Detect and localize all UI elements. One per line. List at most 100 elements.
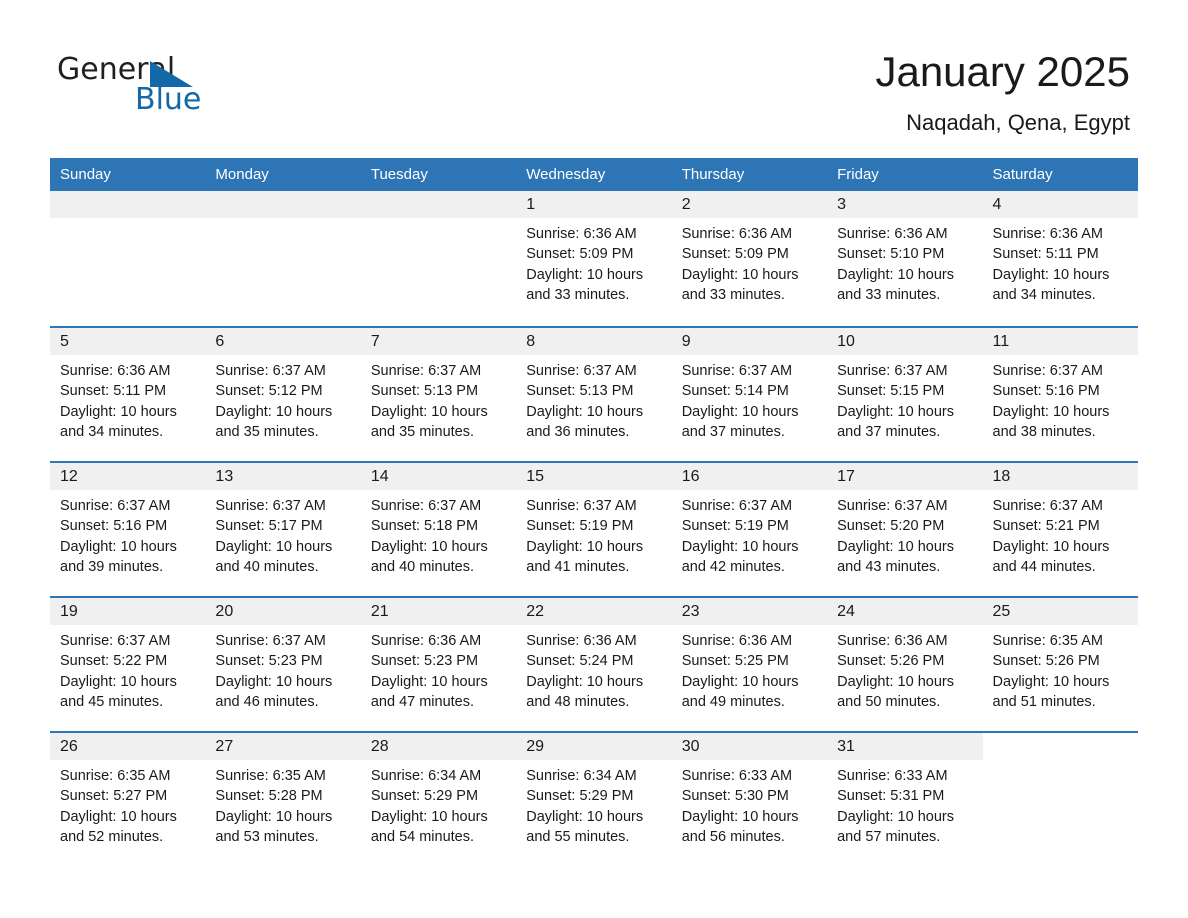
calendar-cell: 19 Sunrise: 6:37 AM Sunset: 5:22 PM Dayligh… — [50, 596, 206, 731]
day-details: Sunrise: 6:37 AM Sunset: 5:13 PM Daylight:… — [516, 355, 671, 442]
day-cell-2[interactable]: 2 Sunrise: 6:36 AM Sunset: 5:09 PM Daylight… — [671, 191, 828, 326]
day-details: Sunrise: 6:37 AM Sunset: 5:16 PM Daylight:… — [983, 355, 1138, 442]
day-cell-15[interactable]: 15 Sunrise: 6:37 AM Sunset: 5:19 PM Dayligh… — [516, 461, 672, 596]
day-detail-line: and 34 minutes. — [992, 286, 1096, 303]
calendar-week-row: 12 Sunrise: 6:37 AM Sunset: 5:16 PM Dayligh… — [50, 461, 1138, 596]
day-detail-line: Sunset: 5:29 PM — [370, 788, 479, 805]
day-cell-empty — [982, 731, 1138, 866]
day-detail-line: Sunrise: 6:36 AM — [992, 226, 1103, 242]
day-detail-line: Daylight: 10 hours — [370, 403, 488, 420]
day-cell-3[interactable]: 3 Sunrise: 6:36 AM Sunset: 5:10 PM Daylight… — [827, 191, 983, 326]
day-cell-28[interactable]: 28 Sunrise: 6:34 AM Sunset: 5:29 PM Dayligh… — [360, 731, 517, 866]
day-cell-22[interactable]: 22 Sunrise: 6:36 AM Sunset: 5:24 PM Dayligh… — [516, 596, 672, 731]
day-detail-line: Sunset: 5:12 PM — [215, 383, 323, 400]
day-cell-20[interactable]: 20 Sunrise: 6:37 AM Sunset: 5:23 PM Dayligh… — [205, 596, 361, 731]
day-detail-line: and 42 minutes. — [681, 558, 785, 575]
day-detail-line: and 55 minutes. — [526, 828, 630, 845]
day-cell-5[interactable]: 5 Sunrise: 6:36 AM Sunset: 5:11 PM Daylight… — [50, 326, 206, 461]
day-cell-13[interactable]: 13 Sunrise: 6:37 AM Sunset: 5:17 PM Dayligh… — [205, 461, 361, 596]
day-cell-26[interactable]: 26 Sunrise: 6:35 AM Sunset: 5:27 PM Dayligh… — [50, 731, 206, 866]
calendar-cell: 27 Sunrise: 6:35 AM Sunset: 5:28 PM Dayligh… — [205, 731, 361, 866]
day-detail-line: and 50 minutes. — [837, 693, 941, 710]
day-detail-line: Daylight: 10 hours — [60, 808, 177, 825]
day-cell-11[interactable]: 11 Sunrise: 6:37 AM Sunset: 5:16 PM Dayligh… — [982, 326, 1138, 461]
calendar-cell: 28 Sunrise: 6:34 AM Sunset: 5:29 PM Dayligh… — [360, 731, 517, 866]
day-detail-line: and 37 minutes. — [681, 423, 785, 440]
day-detail-line: Daylight: 10 hours — [60, 538, 177, 555]
day-cell-1[interactable]: 1 Sunrise: 6:36 AM Sunset: 5:09 PM Daylight… — [516, 191, 672, 326]
calendar-cell: 30 Sunrise: 6:33 AM Sunset: 5:30 PM Dayligh… — [671, 731, 828, 866]
day-detail-line: Sunrise: 6:34 AM — [526, 768, 637, 784]
generalblue-logo[interactable]: General Blue — [57, 52, 257, 124]
day-cell-25[interactable]: 25 Sunrise: 6:35 AM Sunset: 5:26 PM Dayligh… — [982, 596, 1138, 731]
day-cell-4[interactable]: 4 Sunrise: 6:36 AM Sunset: 5:11 PM Daylight… — [982, 191, 1138, 326]
calendar-cell: 26 Sunrise: 6:35 AM Sunset: 5:27 PM Dayligh… — [50, 731, 206, 866]
day-details: Sunrise: 6:37 AM Sunset: 5:21 PM Daylight:… — [983, 490, 1138, 577]
day-cell-16[interactable]: 16 Sunrise: 6:37 AM Sunset: 5:19 PM Dayligh… — [671, 461, 828, 596]
day-detail-line: and 45 minutes. — [60, 693, 164, 710]
calendar-cell — [50, 191, 206, 326]
weekday-header-saturday: Saturday — [982, 158, 1138, 191]
day-cell-14[interactable]: 14 Sunrise: 6:37 AM Sunset: 5:18 PM Dayligh… — [360, 461, 517, 596]
day-cell-23[interactable]: 23 Sunrise: 6:36 AM Sunset: 5:25 PM Dayligh… — [671, 596, 828, 731]
day-detail-line: and 33 minutes. — [526, 286, 630, 303]
day-cell-24[interactable]: 24 Sunrise: 6:36 AM Sunset: 5:26 PM Dayligh… — [827, 596, 983, 731]
day-details: Sunrise: 6:36 AM Sunset: 5:09 PM Daylight:… — [516, 218, 671, 305]
day-detail-line: Daylight: 10 hours — [526, 538, 644, 555]
day-detail-line: Sunset: 5:26 PM — [837, 653, 945, 670]
calendar-body: 1 Sunrise: 6:36 AM Sunset: 5:09 PM Daylight… — [50, 191, 1138, 866]
day-detail-line: Daylight: 10 hours — [370, 808, 488, 825]
day-cell-31[interactable]: 31 Sunrise: 6:33 AM Sunset: 5:31 PM Dayligh… — [827, 731, 983, 866]
day-cell-18[interactable]: 18 Sunrise: 6:37 AM Sunset: 5:21 PM Dayligh… — [982, 461, 1138, 596]
day-detail-line: Sunset: 5:23 PM — [215, 653, 323, 670]
calendar-cell: 6 Sunrise: 6:37 AM Sunset: 5:12 PM Daylight… — [205, 326, 361, 461]
day-number: 29 — [516, 733, 672, 760]
day-detail-line: and 40 minutes. — [370, 558, 475, 575]
day-cell-9[interactable]: 9 Sunrise: 6:37 AM Sunset: 5:14 PM Daylight… — [671, 326, 828, 461]
day-detail-line: Daylight: 10 hours — [60, 403, 177, 420]
day-number: 9 — [671, 328, 828, 355]
day-detail-line: Sunrise: 6:34 AM — [370, 768, 482, 784]
day-detail-line: Daylight: 10 hours — [526, 266, 644, 283]
day-details: Sunrise: 6:37 AM Sunset: 5:12 PM Daylight:… — [205, 355, 360, 442]
calendar-week-row: 1 Sunrise: 6:36 AM Sunset: 5:09 PM Daylight… — [50, 191, 1138, 326]
day-cell-17[interactable]: 17 Sunrise: 6:37 AM Sunset: 5:20 PM Dayligh… — [827, 461, 983, 596]
day-cell-27[interactable]: 27 Sunrise: 6:35 AM Sunset: 5:28 PM Dayligh… — [205, 731, 361, 866]
day-cell-6[interactable]: 6 Sunrise: 6:37 AM Sunset: 5:12 PM Daylight… — [205, 326, 361, 461]
page-header: General Blue January 2025 Naqadah, Qena,… — [0, 0, 1188, 158]
calendar-cell: 11 Sunrise: 6:37 AM Sunset: 5:16 PM Dayligh… — [982, 326, 1138, 461]
day-cell-21[interactable]: 21 Sunrise: 6:36 AM Sunset: 5:23 PM Dayligh… — [360, 596, 517, 731]
day-detail-line: Daylight: 10 hours — [837, 538, 954, 555]
day-detail-line: and 46 minutes. — [215, 693, 319, 710]
day-cell-30[interactable]: 30 Sunrise: 6:33 AM Sunset: 5:30 PM Dayligh… — [671, 731, 828, 866]
day-cell-7[interactable]: 7 Sunrise: 6:37 AM Sunset: 5:13 PM Daylight… — [360, 326, 517, 461]
weekday-header-tuesday: Tuesday — [360, 158, 517, 191]
location-subtitle: Naqadah, Qena, Egypt — [906, 110, 1130, 135]
calendar-cell: 1 Sunrise: 6:36 AM Sunset: 5:09 PM Daylight… — [516, 191, 672, 326]
calendar-cell: 10 Sunrise: 6:37 AM Sunset: 5:15 PM Dayligh… — [827, 326, 983, 461]
day-detail-line: Daylight: 10 hours — [837, 673, 954, 690]
calendar-cell: 16 Sunrise: 6:37 AM Sunset: 5:19 PM Dayligh… — [671, 461, 828, 596]
day-number: 24 — [827, 598, 983, 625]
day-details: Sunrise: 6:37 AM Sunset: 5:15 PM Daylight:… — [827, 355, 982, 442]
day-number — [360, 191, 517, 218]
day-cell-8[interactable]: 8 Sunrise: 6:37 AM Sunset: 5:13 PM Daylight… — [516, 326, 672, 461]
day-detail-line: and 39 minutes. — [60, 558, 164, 575]
calendar-cell: 21 Sunrise: 6:36 AM Sunset: 5:23 PM Dayligh… — [360, 596, 517, 731]
day-detail-line: and 52 minutes. — [60, 828, 164, 845]
calendar-cell: 5 Sunrise: 6:36 AM Sunset: 5:11 PM Daylight… — [50, 326, 206, 461]
day-cell-empty — [205, 191, 361, 326]
day-cell-12[interactable]: 12 Sunrise: 6:37 AM Sunset: 5:16 PM Dayligh… — [50, 461, 206, 596]
day-detail-line: and 35 minutes. — [215, 423, 319, 440]
day-detail-line: Sunrise: 6:37 AM — [992, 363, 1103, 379]
day-detail-line: Daylight: 10 hours — [837, 808, 954, 825]
day-detail-line: Sunrise: 6:35 AM — [60, 768, 171, 784]
day-detail-line: Daylight: 10 hours — [992, 403, 1110, 420]
day-cell-10[interactable]: 10 Sunrise: 6:37 AM Sunset: 5:15 PM Dayligh… — [827, 326, 983, 461]
calendar-cell: 3 Sunrise: 6:36 AM Sunset: 5:10 PM Daylight… — [827, 191, 983, 326]
day-detail-line: Sunset: 5:30 PM — [681, 788, 789, 805]
day-cell-29[interactable]: 29 Sunrise: 6:34 AM Sunset: 5:29 PM Dayligh… — [516, 731, 672, 866]
day-cell-19[interactable]: 19 Sunrise: 6:37 AM Sunset: 5:22 PM Dayligh… — [50, 596, 206, 731]
day-detail-line: and 49 minutes. — [681, 693, 785, 710]
day-details: Sunrise: 6:35 AM Sunset: 5:28 PM Daylight:… — [205, 760, 360, 847]
